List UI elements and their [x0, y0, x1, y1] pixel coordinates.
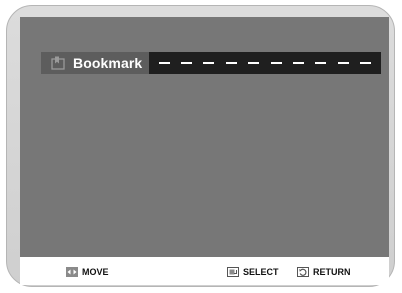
bookmark-slot[interactable] [225, 62, 237, 64]
return-label: RETURN [313, 267, 351, 277]
move-hint: MOVE [66, 265, 109, 279]
bookmark-slot[interactable] [360, 62, 372, 64]
select-label: SELECT [243, 267, 279, 277]
osd-screen: Bookmark [20, 17, 389, 257]
bookmark-slot[interactable] [203, 62, 215, 64]
osd-footer: MOVE SELECT RETURN [20, 257, 389, 285]
bookmark-label-box: Bookmark [41, 52, 149, 74]
bookmark-bar: Bookmark [41, 52, 381, 74]
bookmark-slot[interactable] [293, 62, 305, 64]
bookmark-icon [49, 54, 67, 72]
move-label: MOVE [82, 267, 109, 277]
enter-icon [227, 267, 239, 277]
bookmark-slot[interactable] [315, 62, 327, 64]
bookmark-slot[interactable] [248, 62, 260, 64]
select-hint: SELECT [227, 265, 279, 279]
return-icon [297, 267, 309, 277]
bookmark-slot[interactable] [158, 62, 170, 64]
bookmark-slots[interactable] [149, 52, 381, 74]
bookmark-title: Bookmark [73, 55, 143, 71]
bookmark-slot[interactable] [337, 62, 349, 64]
return-hint: RETURN [297, 265, 351, 279]
bookmark-slot[interactable] [270, 62, 282, 64]
bookmark-slot[interactable] [181, 62, 193, 64]
left-right-arrows-icon [66, 267, 78, 277]
